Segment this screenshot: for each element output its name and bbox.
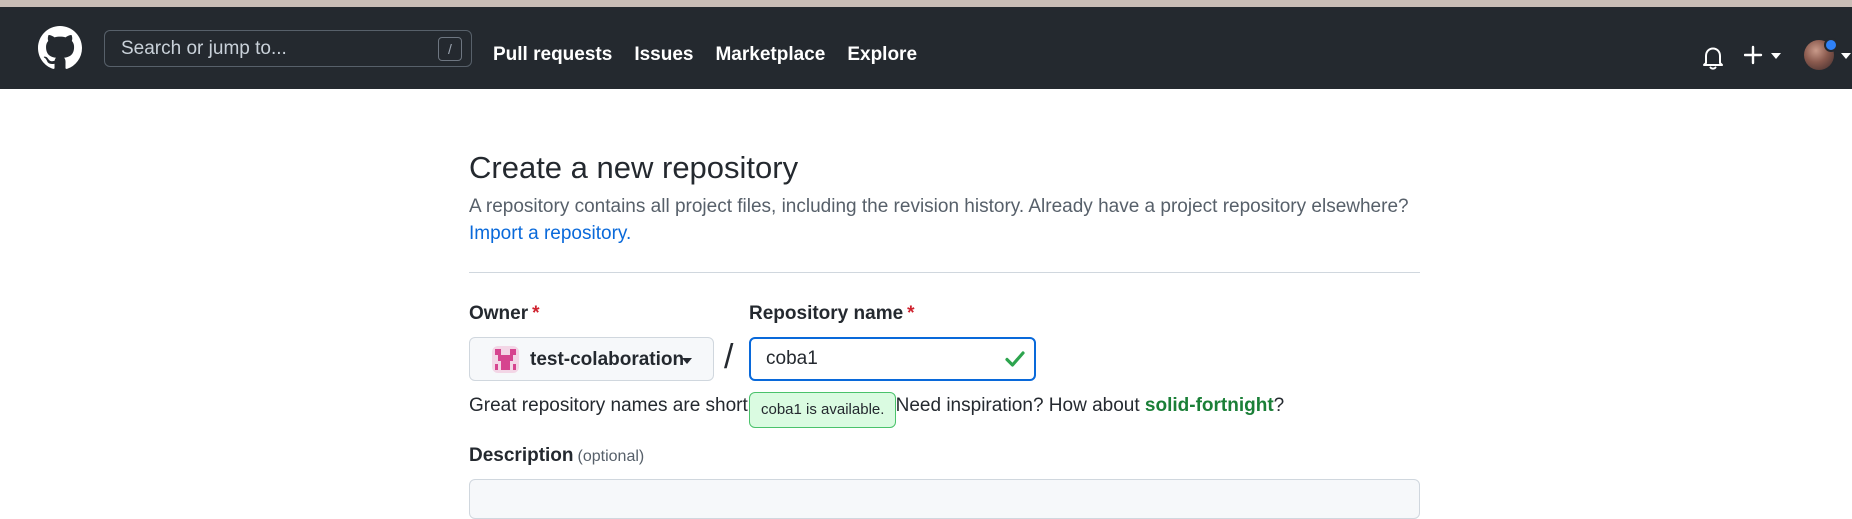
chevron-down-icon	[682, 358, 692, 364]
site-header: / Pull requests Issues Marketplace Explo…	[0, 7, 1852, 89]
optional-marker: (optional)	[577, 448, 645, 465]
required-marker: *	[532, 303, 540, 324]
plus-icon[interactable]	[1744, 43, 1786, 69]
owner-avatar	[492, 346, 519, 373]
repo-name-input[interactable]	[751, 339, 1034, 379]
search-box: /	[104, 30, 472, 67]
page-title: Create a new repository	[469, 150, 799, 185]
user-menu[interactable]	[1804, 38, 1852, 72]
browser-top-strip	[0, 0, 1852, 7]
search-shortcut-hint: /	[438, 37, 462, 61]
divider	[469, 272, 1420, 273]
availability-tooltip: coba1 is available.	[749, 392, 897, 428]
owner-repo-separator: /	[724, 338, 734, 376]
repo-name-label-text: Repository name	[749, 303, 904, 324]
search-input[interactable]	[105, 31, 471, 66]
nav-issues[interactable]: Issues	[634, 44, 693, 66]
hint-suffix: ?	[1273, 395, 1285, 416]
description-label-text: Description	[469, 445, 574, 466]
owner-label-text: Owner	[469, 303, 529, 324]
check-icon	[1005, 351, 1025, 367]
nav-marketplace[interactable]: Marketplace	[715, 44, 825, 66]
header-nav: Pull requests Issues Marketplace Explore	[493, 14, 939, 96]
identicon-icon	[495, 349, 516, 370]
nav-explore[interactable]: Explore	[847, 44, 917, 66]
owner-name: test-colaboration	[530, 349, 685, 370]
description-label: Description (optional)	[469, 445, 644, 467]
owner-select-button[interactable]: test-colaboration	[469, 337, 714, 381]
repo-name-label: Repository name *	[749, 303, 915, 325]
nav-pull-requests[interactable]: Pull requests	[493, 44, 612, 66]
chevron-down-icon	[1841, 53, 1851, 59]
import-repository-link[interactable]: Import a repository.	[469, 223, 631, 245]
description-input[interactable]	[469, 479, 1420, 519]
page-subtitle: A repository contains all project files,…	[469, 196, 1409, 217]
github-logo-icon[interactable]	[38, 26, 82, 70]
repo-name-field	[749, 337, 1036, 381]
suggested-name-link[interactable]: solid-fortnight	[1145, 395, 1274, 416]
required-marker: *	[907, 303, 915, 324]
owner-label: Owner *	[469, 303, 540, 325]
status-dot	[1824, 38, 1838, 52]
bell-icon[interactable]	[1701, 45, 1725, 71]
